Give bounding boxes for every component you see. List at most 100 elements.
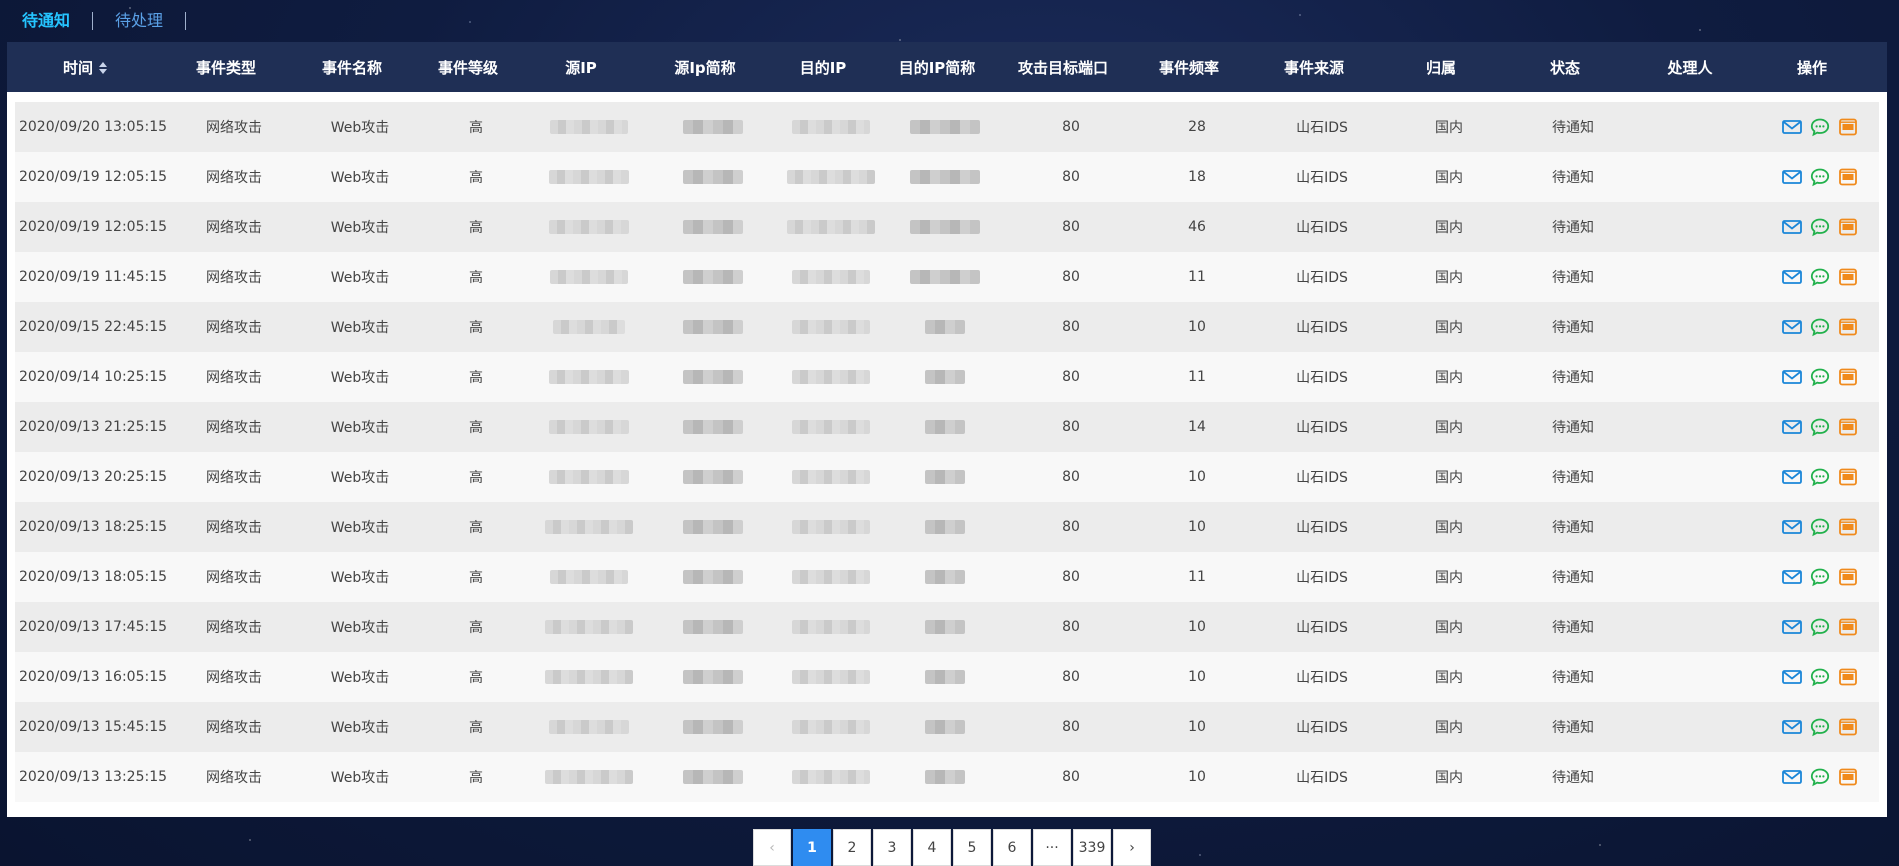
table-row: 2020/09/13 13:25:15 网络攻击 Web攻击 高 80 10 山石IDS 国内… xyxy=(15,752,1879,802)
app-icon[interactable] xyxy=(1837,117,1859,137)
mail-icon[interactable] xyxy=(1781,667,1803,687)
header-time[interactable]: 时间 xyxy=(7,57,163,78)
next-page-button[interactable]: › xyxy=(1113,829,1151,866)
mail-icon[interactable] xyxy=(1781,217,1803,237)
app-icon[interactable] xyxy=(1837,217,1859,237)
chat-bubble-icon[interactable] xyxy=(1809,117,1831,137)
chat-bubble-icon[interactable] xyxy=(1809,667,1831,687)
mail-icon[interactable] xyxy=(1781,617,1803,637)
app-icon[interactable] xyxy=(1837,317,1859,337)
cell-source-ip xyxy=(529,419,649,435)
mail-icon[interactable] xyxy=(1781,317,1803,337)
chat-bubble-icon[interactable] xyxy=(1809,217,1831,237)
cell-event-source: 山石IDS xyxy=(1296,570,1348,586)
chat-bubble-icon[interactable] xyxy=(1809,367,1831,387)
chat-bubble-icon[interactable] xyxy=(1809,767,1831,787)
app-icon[interactable] xyxy=(1837,167,1859,187)
app-icon[interactable] xyxy=(1837,467,1859,487)
cell-event-level: 高 xyxy=(469,620,483,636)
app-icon[interactable] xyxy=(1837,567,1859,587)
cell-source-ip-alias xyxy=(649,169,777,185)
mail-icon[interactable] xyxy=(1781,117,1803,137)
redacted-value xyxy=(550,120,628,134)
app-icon[interactable] xyxy=(1837,717,1859,737)
prev-page-button[interactable]: ‹ xyxy=(753,829,791,866)
mail-icon[interactable] xyxy=(1781,517,1803,537)
mail-icon[interactable] xyxy=(1781,767,1803,787)
cell-target-port: 80 xyxy=(1062,719,1080,735)
app-icon[interactable] xyxy=(1837,767,1859,787)
cell-event-type: 网络攻击 xyxy=(206,470,262,486)
chat-bubble-icon[interactable] xyxy=(1809,167,1831,187)
cell-source-ip-alias xyxy=(649,319,777,335)
mail-icon[interactable] xyxy=(1781,267,1803,287)
page-button[interactable]: 3 xyxy=(873,829,911,866)
chat-bubble-icon[interactable] xyxy=(1809,417,1831,437)
cell-target-port: 80 xyxy=(1062,469,1080,485)
page-button[interactable]: 2 xyxy=(833,829,871,866)
redacted-value xyxy=(792,470,870,484)
cell-event-frequency: 10 xyxy=(1188,769,1206,785)
page-button[interactable]: 6 xyxy=(993,829,1031,866)
cell-attribution: 国内 xyxy=(1435,320,1463,336)
app-icon[interactable] xyxy=(1837,267,1859,287)
chat-bubble-icon[interactable] xyxy=(1809,567,1831,587)
tab-pending-handle[interactable]: 待处理 xyxy=(93,12,187,30)
redacted-value xyxy=(549,720,629,734)
sort-icon[interactable] xyxy=(99,62,107,74)
app-icon[interactable] xyxy=(1837,667,1859,687)
header-event-type: 事件类型 xyxy=(195,58,256,77)
redacted-value xyxy=(910,270,980,284)
cell-event-frequency: 14 xyxy=(1188,419,1206,435)
cell-actions xyxy=(1761,667,1879,687)
chat-bubble-icon[interactable] xyxy=(1809,267,1831,287)
cell-event-frequency: 18 xyxy=(1188,169,1206,185)
mail-icon[interactable] xyxy=(1781,367,1803,387)
page-button[interactable]: 5 xyxy=(953,829,991,866)
app-icon[interactable] xyxy=(1837,367,1859,387)
cell-source-ip-alias xyxy=(649,219,777,235)
mail-icon[interactable] xyxy=(1781,167,1803,187)
cell-attribution: 国内 xyxy=(1435,470,1463,486)
cell-target-port: 80 xyxy=(1062,119,1080,135)
cell-time: 2020/09/19 11:45:15 xyxy=(18,269,168,285)
page-ellipsis: ··· xyxy=(1033,829,1071,866)
cell-event-type: 网络攻击 xyxy=(206,620,262,636)
cell-event-frequency: 28 xyxy=(1188,119,1206,135)
mail-icon[interactable] xyxy=(1781,467,1803,487)
chat-bubble-icon[interactable] xyxy=(1809,317,1831,337)
page-button[interactable]: 339 xyxy=(1073,829,1111,866)
cell-source-ip xyxy=(529,269,649,285)
chat-bubble-icon[interactable] xyxy=(1809,617,1831,637)
cell-dest-ip xyxy=(777,169,885,185)
mail-icon[interactable] xyxy=(1781,567,1803,587)
cell-dest-ip-alias xyxy=(885,269,1005,285)
app-icon[interactable] xyxy=(1837,517,1859,537)
chat-bubble-icon[interactable] xyxy=(1809,517,1831,537)
cell-source-ip xyxy=(529,619,649,635)
cell-dest-ip-alias xyxy=(885,419,1005,435)
cell-time: 2020/09/13 16:05:15 xyxy=(18,669,168,685)
page-button[interactable]: 4 xyxy=(913,829,951,866)
chat-bubble-icon[interactable] xyxy=(1809,467,1831,487)
chat-bubble-icon[interactable] xyxy=(1809,717,1831,737)
redacted-value xyxy=(683,170,743,184)
page-button[interactable]: 1 xyxy=(793,829,831,866)
cell-time: 2020/09/13 21:25:15 xyxy=(18,419,168,435)
header-event-source: 事件来源 xyxy=(1283,58,1344,77)
cell-attribution: 国内 xyxy=(1435,370,1463,386)
cell-event-frequency: 10 xyxy=(1188,719,1206,735)
mail-icon[interactable] xyxy=(1781,717,1803,737)
mail-icon[interactable] xyxy=(1781,417,1803,437)
app-icon[interactable] xyxy=(1837,417,1859,437)
app-icon[interactable] xyxy=(1837,617,1859,637)
cell-event-source: 山石IDS xyxy=(1296,520,1348,536)
table-row: 2020/09/13 18:05:15 网络攻击 Web攻击 高 80 11 山石IDS 国内… xyxy=(15,552,1879,602)
redacted-value xyxy=(683,570,743,584)
cell-event-frequency: 46 xyxy=(1188,219,1206,235)
cell-dest-ip xyxy=(777,669,885,685)
cell-time: 2020/09/14 10:25:15 xyxy=(18,369,168,385)
cell-dest-ip xyxy=(777,719,885,735)
tab-pending-notify[interactable]: 待通知 xyxy=(22,12,94,30)
cell-event-type: 网络攻击 xyxy=(206,320,262,336)
